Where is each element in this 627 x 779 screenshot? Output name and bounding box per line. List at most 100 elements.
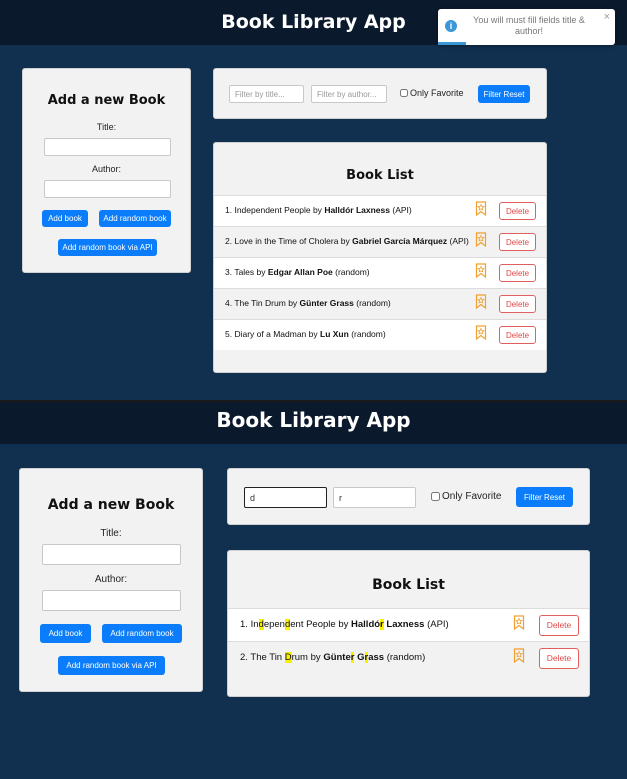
book-by: by xyxy=(308,329,318,340)
title-input[interactable] xyxy=(44,138,171,156)
delete-button[interactable]: Delete xyxy=(539,647,579,669)
book-source: (random) xyxy=(356,298,391,309)
screen-filtered: Book Library App Add a new Book Title: A… xyxy=(0,402,627,779)
only-favorite-toggle[interactable]: Only Favorite xyxy=(400,88,464,98)
book-by: by xyxy=(310,651,321,663)
book-author: Gabriel García Márquez xyxy=(352,236,448,247)
book-row: 3. Tales by Edgar Allan Poe (random) Dele… xyxy=(214,257,546,288)
app-header: Book Library App xyxy=(0,402,627,444)
add-random-book-button[interactable]: Add random book xyxy=(99,210,171,227)
book-author: Günter Grass xyxy=(299,298,354,309)
book-title: Love in the Time of Cholera xyxy=(234,236,339,247)
author-filter-input[interactable] xyxy=(311,85,387,103)
add-random-book-button[interactable]: Add random book xyxy=(102,624,182,643)
book-number: 5. xyxy=(225,329,233,340)
delete-button[interactable]: Delete xyxy=(499,264,536,282)
book-entry-text: 1. Independent People by Halldór Laxness… xyxy=(240,618,500,632)
only-favorite-toggle[interactable]: Only Favorite xyxy=(431,491,501,502)
title-input[interactable] xyxy=(42,544,181,565)
book-number: 1. xyxy=(225,205,233,216)
book-entry-text: 5. Diary of a Madman by Lu Xun (random) xyxy=(225,329,475,340)
book-row: 4. The Tin Drum by Günter Grass (random)… xyxy=(214,288,546,319)
book-row: 1. Independent People by Halldór Laxness… xyxy=(228,608,589,641)
book-entry-text: 2. Love in the Time of Cholera by Gabrie… xyxy=(225,236,475,247)
only-favorite-label: Only Favorite xyxy=(442,491,502,502)
only-favorite-label: Only Favorite xyxy=(410,88,464,98)
add-book-form: Add a new Book Title: Author: Add book A… xyxy=(19,468,203,692)
bookmark-icon[interactable] xyxy=(475,294,487,314)
book-list-heading: Book List xyxy=(346,168,414,183)
title-label: Title: xyxy=(96,122,117,132)
book-by: by xyxy=(312,205,322,216)
only-favorite-checkbox[interactable] xyxy=(400,89,408,97)
book-number: 2. xyxy=(225,236,233,247)
title-filter-input[interactable] xyxy=(229,85,304,103)
book-source: (API) xyxy=(392,205,412,216)
author-input[interactable] xyxy=(42,590,181,611)
book-title: Independent People xyxy=(234,205,311,216)
info-icon: i xyxy=(445,20,457,32)
book-source: (API) xyxy=(449,236,469,247)
title-label: Title: xyxy=(100,528,122,539)
book-by: by xyxy=(288,298,298,309)
notification-message: You will must fill fields title & author… xyxy=(473,15,585,36)
book-entry-text: 4. The Tin Drum by Günter Grass (random) xyxy=(225,298,475,309)
form-heading: Add a new Book xyxy=(47,497,175,513)
author-input[interactable] xyxy=(44,180,171,198)
delete-button[interactable]: Delete xyxy=(499,202,536,220)
book-row: 2. The Tin Drum by Günter Grass (random)… xyxy=(228,641,589,674)
book-number: 4. xyxy=(225,298,233,309)
book-number: 2. xyxy=(240,651,248,663)
author-label: Author: xyxy=(91,164,122,174)
book-list: Book List 1. Independent People by Halld… xyxy=(227,550,590,697)
filter-bar: Only Favorite Filter Reset xyxy=(227,468,590,525)
book-entry-text: 1. Independent People by Halldór Laxness… xyxy=(225,205,475,216)
delete-button[interactable]: Delete xyxy=(499,295,536,313)
add-random-api-button[interactable]: Add random book via API xyxy=(58,239,157,256)
filter-bar: Only Favorite Filter Reset xyxy=(213,68,547,119)
add-book-form: Add a new Book Title: Author: Add book A… xyxy=(22,68,191,273)
filter-reset-button[interactable]: Filter Reset xyxy=(516,487,573,507)
book-number: 1. xyxy=(240,618,248,630)
delete-button[interactable]: Delete xyxy=(499,326,536,344)
bookmark-icon[interactable] xyxy=(475,263,487,283)
book-source: (random) xyxy=(386,651,426,663)
only-favorite-checkbox[interactable] xyxy=(431,492,440,501)
book-row: 5. Diary of a Madman by Lu Xun (random) D… xyxy=(214,319,546,350)
book-author: Edgar Allan Poe xyxy=(267,267,333,278)
book-list-heading: Book List xyxy=(372,577,445,593)
bookmark-icon[interactable] xyxy=(475,201,487,221)
book-title: Diary of a Madman xyxy=(234,329,307,340)
book-title: Tales xyxy=(234,267,255,278)
bookmark-icon[interactable] xyxy=(513,648,525,668)
delete-button[interactable]: Delete xyxy=(499,233,536,251)
filter-reset-button[interactable]: Filter Reset xyxy=(478,85,530,103)
screen-initial: Book Library App i You will must fill fi… xyxy=(0,0,627,400)
book-source: (API) xyxy=(427,618,449,630)
book-author: Halldór Laxness xyxy=(324,205,390,216)
bookmark-icon[interactable] xyxy=(475,232,487,252)
notification-progress xyxy=(438,42,466,45)
book-number: 3. xyxy=(225,267,233,278)
add-random-api-button[interactable]: Add random book via API xyxy=(58,656,165,675)
close-icon[interactable]: × xyxy=(604,11,610,23)
author-filter-input[interactable] xyxy=(333,487,416,508)
book-row: 1. Independent People by Halldór Laxness… xyxy=(214,195,546,226)
book-by: by xyxy=(340,236,350,247)
book-title: Independent People xyxy=(250,618,336,630)
book-author: Günter Grass xyxy=(323,651,385,663)
book-title: The Tin Drum xyxy=(250,651,308,663)
delete-button[interactable]: Delete xyxy=(539,614,579,636)
add-book-button[interactable]: Add book xyxy=(42,210,88,227)
book-entry-text: 2. The Tin Drum by Günter Grass (random) xyxy=(240,651,500,665)
add-book-button[interactable]: Add book xyxy=(40,624,91,643)
book-by: by xyxy=(256,267,266,278)
bookmark-icon[interactable] xyxy=(475,325,487,345)
book-author: Lu Xun xyxy=(320,329,349,340)
book-source: (random) xyxy=(351,329,386,340)
notification-toast[interactable]: i You will must fill fields title & auth… xyxy=(438,9,615,45)
book-title: The Tin Drum xyxy=(234,298,286,309)
title-filter-input[interactable] xyxy=(244,487,327,508)
bookmark-icon[interactable] xyxy=(513,615,525,635)
book-author: Halldór Laxness xyxy=(351,618,425,630)
